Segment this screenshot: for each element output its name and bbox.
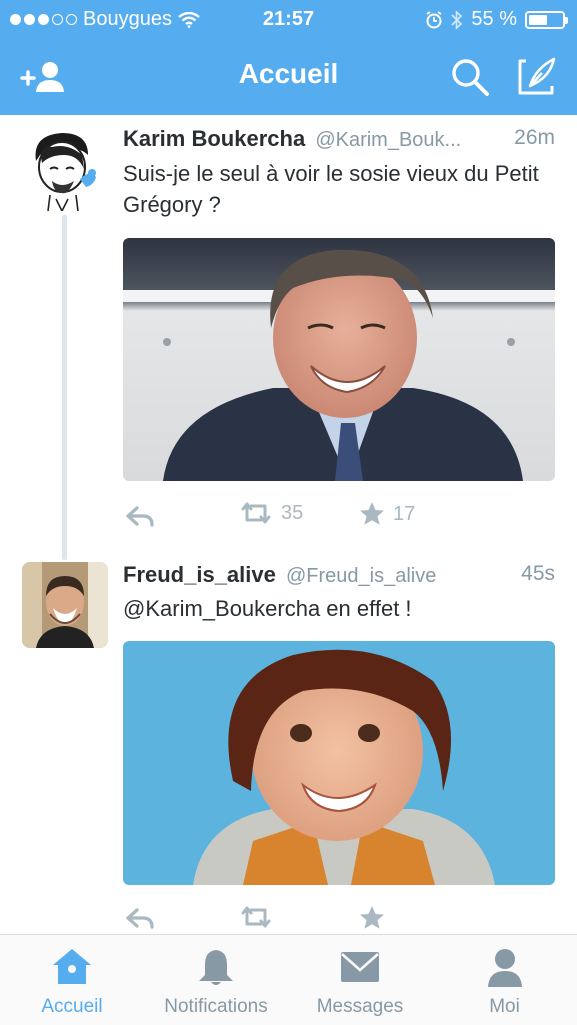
tab-messages[interactable]: Messages [288,935,432,1025]
tweet-photo[interactable] [123,238,555,481]
person-icon [487,949,522,987]
bell-icon [199,950,233,985]
tweet-timestamp: 45s [521,562,555,585]
reply-icon[interactable] [125,907,155,929]
battery-percent: 55 % [471,8,517,30]
star-icon[interactable] [359,905,385,931]
tweet-text: @Karim_Boukercha en effet ! [123,596,412,621]
tab-label: Moi [489,996,520,1017]
status-bar: Bouygues 21:57 55 % [0,0,577,38]
retweet-action: 35 [239,501,303,525]
tweet-author-handle[interactable]: @Karim_Bouk... [315,129,461,151]
battery-icon [525,10,568,29]
retweet-count: 35 [281,501,304,524]
tweet-author-handle[interactable]: @Freud_is_alive [286,565,436,587]
tweet-header: Karim Boukercha @Karim_Bouk... 26m [123,126,555,152]
retweet-icon[interactable] [239,905,273,929]
tab-accueil[interactable]: Accueil [0,935,144,1025]
avatar[interactable] [22,125,108,211]
tweet[interactable]: Freud_is_alive @Freud_is_alive 45s @Kari… [0,545,577,934]
avatar[interactable] [22,562,108,648]
tab-moi[interactable]: Moi [432,935,577,1025]
tweet-author-name[interactable]: Freud_is_alive [123,562,276,587]
tab-label: Messages [316,996,404,1017]
tab-bar: Accueil Notifications Messages Moi [0,934,577,1025]
tweet-text: Suis-je le seul à voir le sosie vieux du… [123,161,539,217]
tab-notifications[interactable]: Notifications [144,935,288,1025]
alarm-icon [426,10,442,28]
favorite-count: 17 [393,502,416,525]
tweet[interactable]: Karim Boukercha @Karim_Bouk... 26m Suis-… [0,115,577,545]
tab-label: Notifications [164,996,268,1017]
star-icon[interactable] [359,501,385,527]
tweet-author-name[interactable]: Karim Boukercha [123,126,305,151]
tweet-timestamp: 26m [514,126,555,149]
favorite-action: 17 [359,501,415,527]
retweet-icon[interactable] [239,501,273,525]
reply-icon[interactable] [125,505,155,527]
tab-label: Accueil [41,996,103,1017]
compose-icon[interactable] [516,56,558,96]
search-icon[interactable] [450,57,490,97]
page-title: Accueil [238,58,339,89]
bluetooth-icon [451,9,463,30]
tweet-header: Freud_is_alive @Freud_is_alive 45s [123,562,555,588]
tweet-photo[interactable] [123,641,555,885]
home-icon [53,949,91,984]
nav-bar: Accueil [0,38,577,115]
envelope-icon [341,952,379,982]
